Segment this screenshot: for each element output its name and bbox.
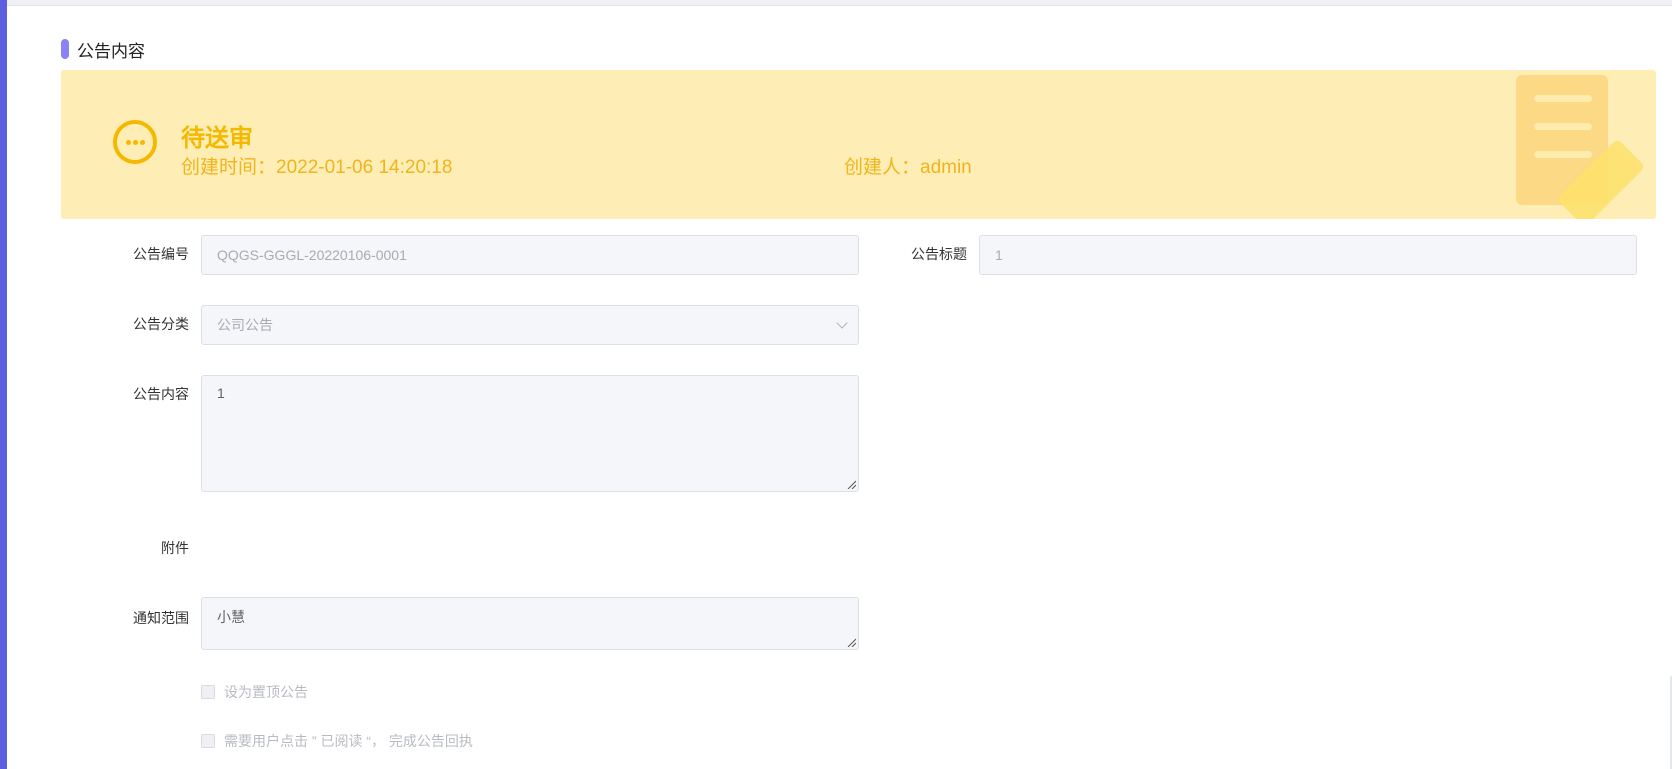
notify-scope-label: 通知范围 <box>133 610 189 626</box>
read-receipt-option[interactable]: 需要用户点击 ” 已阅读 “， 完成公告回执 <box>201 731 473 751</box>
notify-scope-textarea[interactable]: 小慧 <box>201 597 859 650</box>
notice-no-label: 公告编号 <box>133 246 189 262</box>
creator: 创建人：admin <box>844 157 972 178</box>
status-label: 待送审 <box>181 125 253 152</box>
left-rail <box>0 0 7 769</box>
notify-scope-value: 小慧 <box>217 609 245 625</box>
pin-top-label: 设为置顶公告 <box>224 684 308 700</box>
notice-content-value: 1 <box>217 385 225 401</box>
attachment-label: 附件 <box>161 540 189 556</box>
pin-top-checkbox[interactable] <box>201 685 215 699</box>
section-title: 公告内容 <box>77 41 145 61</box>
notice-category-select[interactable]: 公司公告 <box>201 305 859 345</box>
more-dots-circle-icon <box>113 120 157 164</box>
notice-content-textarea[interactable]: 1 <box>201 375 859 492</box>
resize-handle-icon[interactable] <box>846 479 856 489</box>
notice-no-input[interactable]: QQGS-GGGL-20220106-0001 <box>201 235 859 275</box>
notice-title-label: 公告标题 <box>911 246 967 262</box>
notice-content-label: 公告内容 <box>133 386 189 402</box>
status-banner: 待送审 创建时间：2022-01-06 14:20:18 创建人：admin <box>61 70 1656 219</box>
chevron-down-icon[interactable] <box>836 317 848 329</box>
pin-top-option[interactable]: 设为置顶公告 <box>201 682 308 702</box>
notice-title-input[interactable]: 1 <box>979 235 1637 275</box>
section-marker <box>61 39 69 59</box>
notice-category-value: 公司公告 <box>217 317 273 333</box>
read-receipt-checkbox[interactable] <box>201 734 215 748</box>
resize-handle-icon[interactable] <box>846 637 856 647</box>
notice-category-label: 公告分类 <box>133 316 189 332</box>
created-time: 创建时间：2022-01-06 14:20:18 <box>181 157 453 178</box>
top-divider <box>7 0 1672 6</box>
section-header: 公告内容 <box>61 38 145 61</box>
read-receipt-label: 需要用户点击 ” 已阅读 “， 完成公告回执 <box>224 733 473 749</box>
